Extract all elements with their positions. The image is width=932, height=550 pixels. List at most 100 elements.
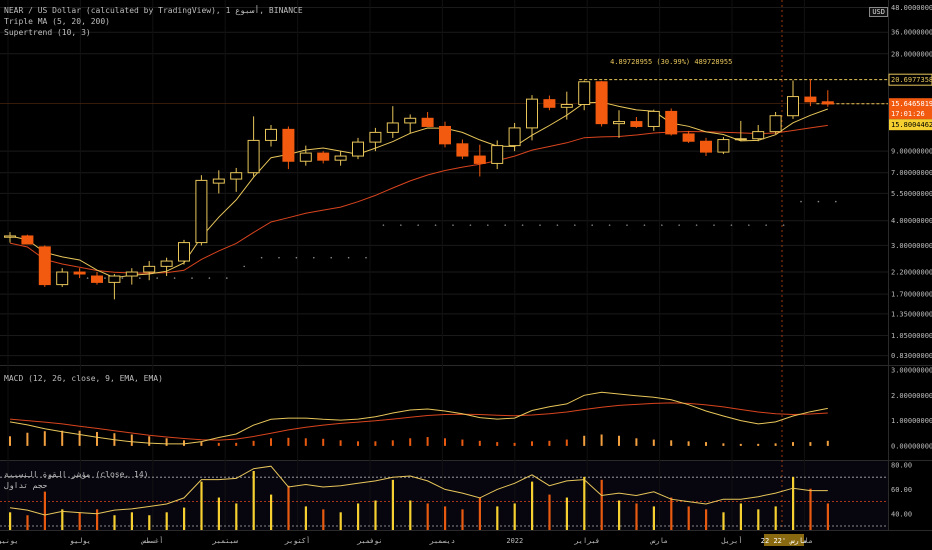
candle-body [56,271,69,286]
candle-body [317,152,330,161]
volume-bar [705,509,708,530]
currency-badge[interactable]: USD [869,7,888,17]
x-axis-label: نوفمبر [356,537,382,545]
macd-histogram-bar [252,440,255,446]
volume-bar [513,503,516,530]
candle-body [143,265,156,273]
candle-body [526,98,538,129]
volume-bar [583,476,586,530]
macd-histogram-bar [391,440,394,446]
macd-histogram-bar [670,440,673,446]
macd-histogram-bar [583,435,586,446]
x-axis-label: 2022 [506,537,523,545]
macd-histogram-bar [548,440,551,446]
candle-body [578,81,591,105]
supertrend-dot [173,277,176,279]
supertrend-dot [678,224,680,226]
volume-bar [322,509,325,530]
candle-body [439,125,451,145]
macd-histogram-bar [792,442,794,446]
price-tick-label: 36.00000000 [891,29,932,37]
macd-histogram-bar [130,434,133,446]
x-axis-label: أغسطس [140,536,163,545]
candle [38,245,51,287]
main-legend: NEAR / US Dollar (calculated by TradingV… [4,5,303,38]
supertrend-dot [504,224,507,226]
volume-bar [792,476,795,530]
rsi-tick-label: 40.00 [891,510,912,518]
x-axis-label: يونيو [0,537,19,545]
candle-body [247,139,260,174]
macd-histogram-bar [496,442,499,446]
macd-histogram-bar [774,443,777,446]
candle-body [543,99,556,108]
volume-bar [774,506,777,530]
supertrend-dot [521,224,524,226]
volume-bar [670,497,673,530]
candle-body [21,235,34,245]
price-tick-label: 7.00000000 [891,169,932,177]
rsi-legend: مؤشر القوة النسبية (close, 14) حجم تداول [4,469,149,491]
price-tick-label: 0.83000000 [891,352,932,360]
supertrend-dot [104,277,106,279]
supertrend-dot [452,224,454,226]
volume-bar [165,512,168,530]
candle-body [508,127,521,147]
volume-bar [374,500,377,530]
candle-body [665,110,678,135]
volume-bar [217,497,220,530]
symbol-title: NEAR / US Dollar (calculated by TradingV… [4,6,303,15]
volume-bar [444,506,447,530]
x-axis-label: مارس [650,537,668,545]
volume-bar [565,497,568,530]
macd-histogram-bar [183,440,185,446]
supertrend-dot [835,200,837,203]
volume-bar [531,481,534,530]
x-axis-highlight-label: 22 مارس '22 [761,537,807,545]
volume-bar [148,515,151,530]
supertrend-dot [713,224,715,226]
supertrend-dot [313,256,315,259]
supertrend-price-tag: 15.80044625 [891,121,932,129]
candle [665,108,678,136]
price-tick-label: 5.50000000 [891,190,932,198]
macd-histogram-bar [339,440,342,446]
volume-bar [426,503,429,530]
trading-chart[interactable]: 48.00000000 36.00000000 28.00000000 9.00000… [0,0,932,550]
rsi-label: مؤشر القوة النسبية (close, 14) [4,470,149,479]
candle-body [282,128,295,162]
volume-bar [409,500,412,530]
macd-histogram-bar [513,442,516,446]
candle [21,234,34,245]
macd-histogram-bar [409,438,412,446]
macd-histogram-bar [444,438,446,446]
volume-bar [357,503,360,530]
supertrend-dot [556,224,559,226]
supertrend-dot [226,277,228,279]
x-axis-label: يوليو [70,537,91,545]
macd-histogram-bar [304,438,307,446]
volume-bar [26,515,29,530]
supertrend-dot [191,277,193,279]
candle-body [717,139,730,153]
top-price-tag: 20.69773581 [891,76,932,84]
macd-histogram-bar [809,442,812,446]
supertrend-dot [365,256,367,259]
macd-legend: MACD (12, 26, close, 9, EMA, EMA) [4,374,163,383]
macd-histogram-bar [165,438,168,446]
macd-tick-label: 0.00000000 [891,442,932,450]
volume-bar [130,512,133,530]
x-axis-label: ديسمبر [429,537,455,545]
volume-bar [235,503,238,530]
supertrend-dot [626,224,628,226]
candle [769,112,782,134]
supertrend-dot [730,224,733,226]
current-price-tag: 15.64658195 [891,100,932,108]
price-tick-label: 1.70000000 [891,291,932,299]
candle-body [230,172,243,180]
volume-bar [78,512,81,530]
candle-body [178,242,190,262]
volume-label: حجم تداول [4,481,48,490]
supertrend-dot [487,224,489,226]
volume-bar [826,503,829,530]
